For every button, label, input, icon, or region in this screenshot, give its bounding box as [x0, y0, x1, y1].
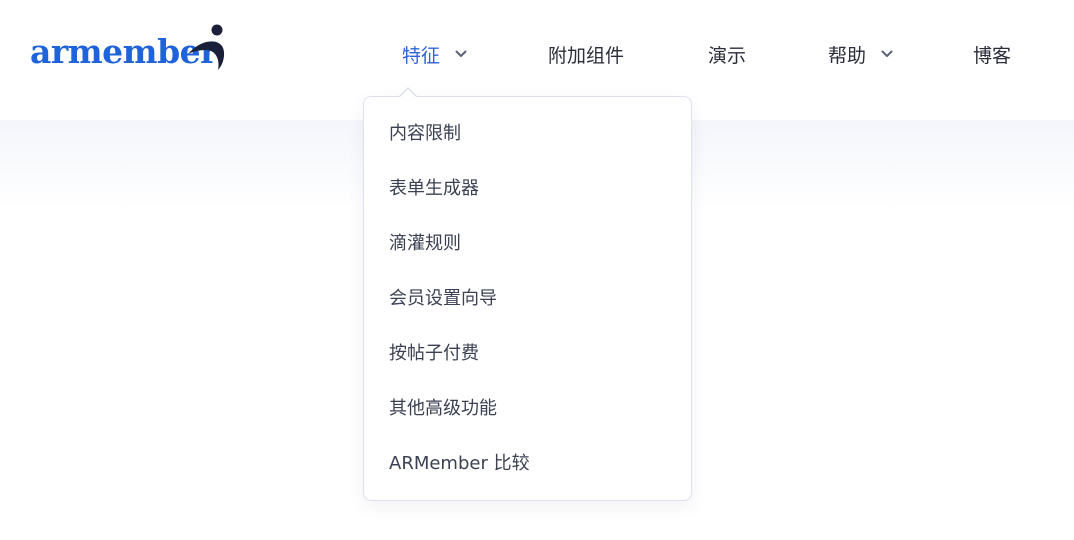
menu-item-content-restriction[interactable]: 内容限制 — [364, 106, 691, 161]
main-nav: 特征 附加组件 演示 帮助 博客 — [0, 38, 1074, 70]
chevron-down-icon — [881, 50, 893, 57]
nav-item-label: 博客 — [973, 44, 1012, 67]
menu-item-pay-per-post[interactable]: 按帖子付费 — [364, 326, 691, 381]
menu-item-other-premium-features[interactable]: 其他高级功能 — [364, 381, 691, 436]
menu-item-drip-rules[interactable]: 滴灌规则 — [364, 216, 691, 271]
dropdown-list: 内容限制 表单生成器 滴灌规则 会员设置向导 按帖子付费 其他高级功能 ARMe… — [364, 106, 691, 491]
dropdown-caret-fill — [399, 89, 417, 98]
features-dropdown-menu: 内容限制 表单生成器 滴灌规则 会员设置向导 按帖子付费 其他高级功能 ARMe… — [363, 96, 692, 501]
nav-item-label: 特征 — [402, 44, 441, 67]
nav-item-addons[interactable]: 附加组件 — [548, 38, 624, 70]
nav-item-label: 帮助 — [828, 44, 867, 67]
nav-item-help[interactable]: 帮助 — [828, 38, 894, 70]
nav-item-demo[interactable]: 演示 — [708, 38, 746, 70]
menu-item-armember-comparison[interactable]: ARMember 比较 — [364, 436, 691, 491]
nav-item-features[interactable]: 特征 — [402, 38, 468, 70]
nav-item-blog[interactable]: 博客 — [973, 38, 1011, 70]
nav-item-label: 演示 — [708, 44, 747, 67]
nav-item-label: 附加组件 — [548, 44, 625, 67]
menu-item-form-builder[interactable]: 表单生成器 — [364, 161, 691, 216]
chevron-down-icon — [455, 50, 467, 57]
menu-item-membership-setup-wizard[interactable]: 会员设置向导 — [364, 271, 691, 326]
